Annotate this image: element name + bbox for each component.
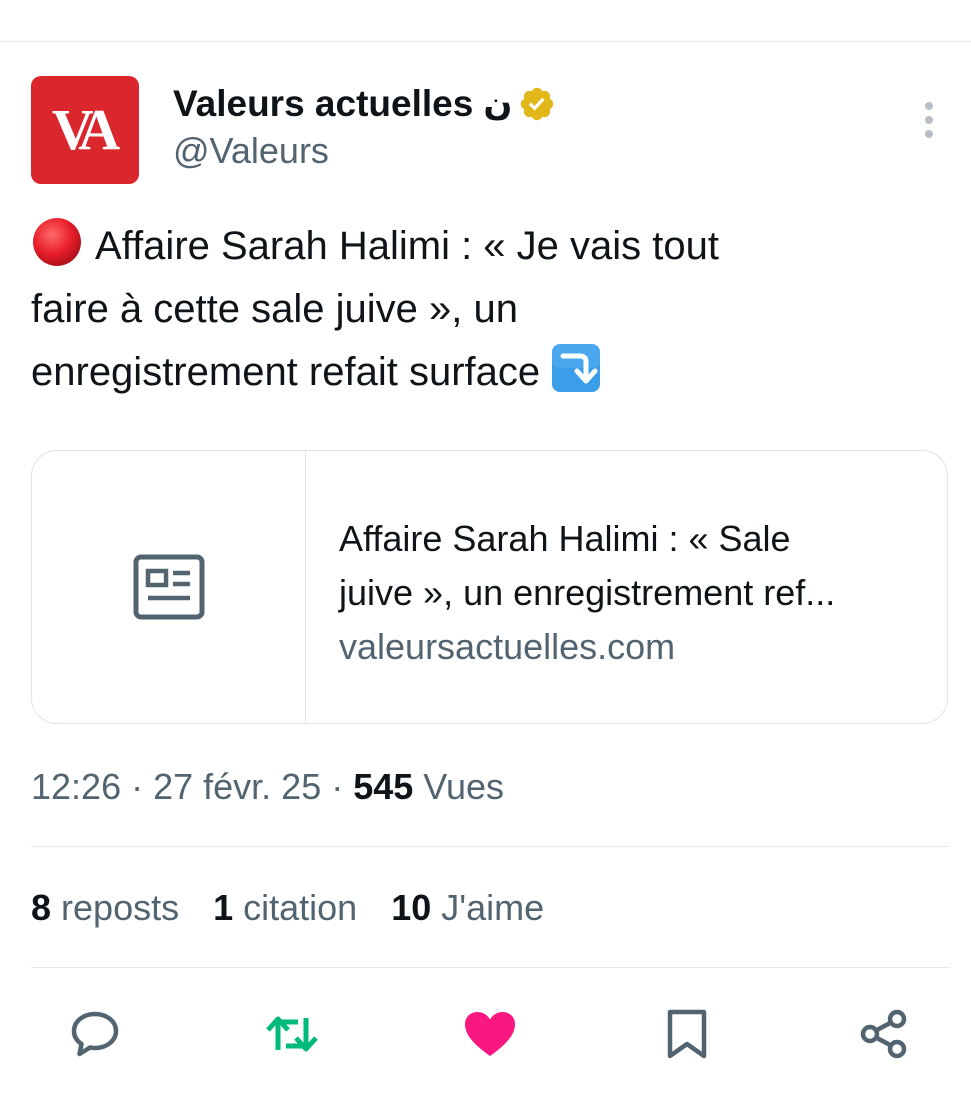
author-handle[interactable]: @Valeurs [173, 130, 329, 172]
engagement-stats: 8 reposts 1 citation 10 J'aime [31, 887, 578, 929]
heart-icon [465, 1012, 515, 1056]
link-card-title-line1: Affaire Sarah Halimi : « Sale [339, 518, 791, 559]
quotes-count: 1 [213, 887, 234, 928]
meta-separator: · [321, 766, 354, 807]
quotes-stat[interactable]: 1 citation [213, 887, 357, 929]
share-icon [860, 1009, 907, 1059]
likes-count: 10 [391, 887, 432, 928]
author-name-row[interactable]: Valeurs actuelles ن [173, 80, 556, 128]
likes-label: J'aime [431, 887, 545, 928]
display-name[interactable]: Valeurs actuelles [173, 83, 473, 125]
reposts-label: reposts [51, 887, 180, 928]
verified-badge-icon[interactable] [518, 85, 556, 123]
link-card-domain: valeursactuelles.com [339, 626, 676, 667]
tweet-text-content: Affaire Sarah Halimi : « Je vais tout fa… [31, 224, 719, 394]
views-label: Vues [413, 766, 505, 807]
reply-button[interactable] [67, 1006, 123, 1062]
reply-icon [71, 1011, 119, 1057]
link-preview-card[interactable]: Affaire Sarah Halimi : « Sale juive », u… [31, 450, 948, 724]
share-button[interactable] [856, 1006, 912, 1062]
quotes-label: citation [233, 887, 358, 928]
avatar-logo-text: VA [51, 97, 120, 162]
divider [31, 846, 950, 847]
link-card-thumbnail [32, 451, 306, 723]
views-count: 545 [353, 766, 414, 807]
avatar[interactable]: VA [31, 76, 139, 184]
reposts-stat[interactable]: 8 reposts [31, 887, 179, 929]
tweet-time[interactable]: 12:26 [31, 766, 121, 807]
meta-separator: · [121, 766, 154, 807]
tweet-meta: 12:26 · 27 févr. 25 · 545 Vues [31, 766, 504, 808]
bookmark-button[interactable] [659, 1006, 715, 1062]
more-vertical-icon [925, 102, 933, 138]
link-card-title-line2: juive », un enregistrement ref... [339, 572, 836, 613]
tweet-text: Affaire Sarah Halimi : « Je vais tout fa… [31, 215, 791, 404]
divider [31, 967, 950, 968]
repost-icon [266, 1016, 318, 1052]
display-name-extra: ن [483, 85, 513, 123]
arrow-down-right-curve-icon [552, 344, 601, 392]
reposts-count: 8 [31, 887, 52, 928]
like-button[interactable] [462, 1006, 518, 1062]
likes-stat[interactable]: 10 J'aime [391, 887, 544, 929]
top-divider [0, 41, 971, 42]
red-circle-icon [33, 218, 81, 266]
repost-button[interactable] [264, 1006, 320, 1062]
article-icon [133, 554, 204, 620]
link-card-body: Affaire Sarah Halimi : « Sale juive », u… [339, 512, 929, 674]
link-card-title: Affaire Sarah Halimi : « Sale juive », u… [339, 512, 929, 620]
more-options-button[interactable] [912, 100, 946, 140]
tweet-date[interactable]: 27 févr. 25 [153, 766, 321, 807]
bookmark-icon [667, 1009, 707, 1059]
